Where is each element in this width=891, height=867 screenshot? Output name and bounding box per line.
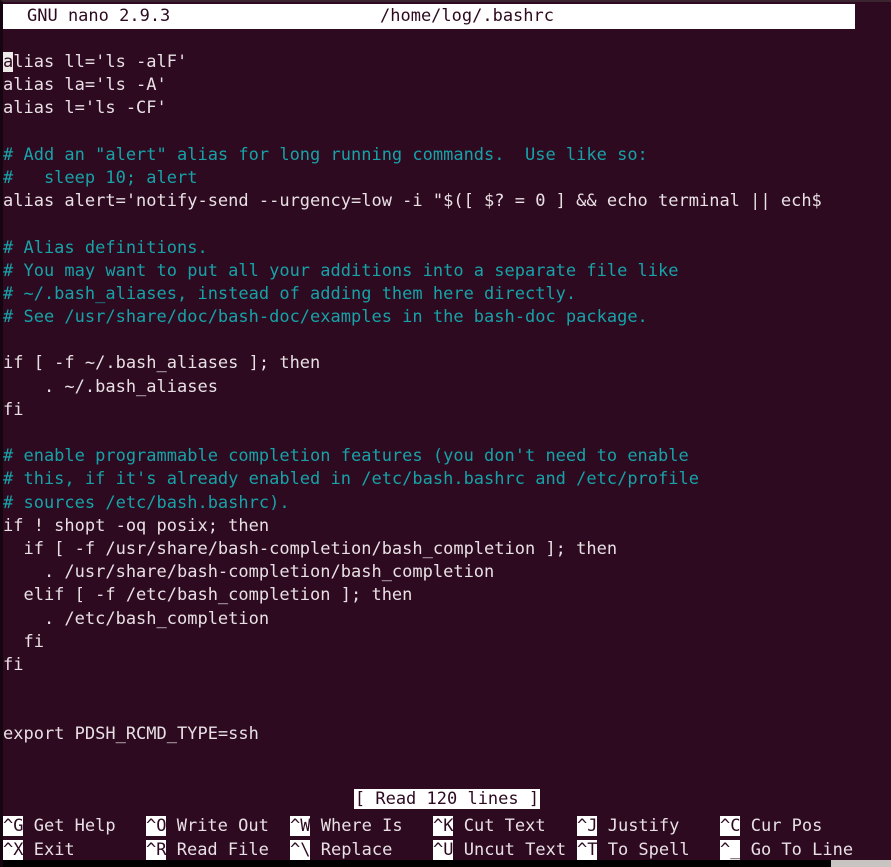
status-badge: [ Read 120 lines ] (353, 789, 541, 809)
code-line[interactable]: # sleep 10; alert (3, 167, 891, 190)
code-line[interactable]: # ~/.bash_aliases, instead of adding the… (3, 283, 891, 306)
shortcut-row-secondary: ^X Exit ^R Read File ^\ Replace ^U Uncut Te… (3, 838, 891, 862)
shortcut-key-badge: ^R (146, 840, 167, 860)
shortcut-label: Cur Pos (740, 816, 823, 836)
shortcut-label: Exit (23, 840, 75, 860)
shortcut-entry[interactable]: ^C Cur Pos (720, 814, 822, 838)
code-line[interactable]: alias l='ls -CF' (3, 97, 891, 120)
shortcut-label: Write Out (166, 816, 269, 836)
text-buffer[interactable]: alias ll='ls -alF' alias la='ls -A' alias … (3, 51, 891, 781)
open-file-path: /home/log/.bashrc (380, 6, 554, 26)
code-line[interactable]: # Add an "alert" alias for long running … (3, 144, 891, 167)
shortcut-entry[interactable]: ^_ Go To Line (720, 838, 853, 862)
shortcut-key-badge: ^C (720, 816, 741, 836)
shortcut-entry[interactable]: ^U Uncut Text (433, 838, 566, 862)
title-bar: GNU nano 2.9.3 /home/log/.bashrc (3, 4, 855, 29)
shortcut-key-badge: ^_ (720, 840, 741, 860)
code-line[interactable]: # See /usr/share/doc/bash-doc/examples i… (3, 306, 891, 329)
shortcut-entry[interactable]: ^T To Spell (577, 838, 690, 862)
code-line[interactable] (3, 700, 891, 723)
code-line[interactable]: export PDSH_RCMD_TYPE=ssh (3, 723, 891, 746)
code-line[interactable]: fi (3, 654, 891, 677)
code-line[interactable]: . /usr/share/bash-completion/bash_comple… (3, 561, 891, 584)
shortcut-key-badge: ^K (433, 816, 454, 836)
shortcut-key-badge: ^U (433, 840, 454, 860)
shortcut-key-badge: ^X (3, 840, 24, 860)
shortcut-entry[interactable]: ^\ Replace (290, 838, 392, 862)
shortcut-entry[interactable]: ^X Exit (3, 838, 75, 862)
shortcut-key-badge: ^\ (290, 840, 311, 860)
nano-editor-window: GNU nano 2.9.3 /home/log/.bashrc alias l… (0, 0, 891, 867)
shortcut-entry[interactable]: ^J Justify (577, 814, 679, 838)
shortcut-key-badge: ^O (146, 816, 167, 836)
shortcut-entry[interactable]: ^W Where Is (290, 814, 403, 838)
code-line[interactable]: if [ -f ~/.bash_aliases ]; then (3, 352, 891, 375)
shortcut-entry[interactable]: ^O Write Out (146, 814, 269, 838)
text-cursor: a (3, 52, 14, 72)
code-line[interactable]: . ~/.bash_aliases (3, 376, 891, 399)
shortcut-label: Where Is (310, 816, 403, 836)
code-line[interactable]: elif [ -f /etc/bash_completion ]; then (3, 584, 891, 607)
code-line[interactable]: alias ll='ls -alF' (3, 51, 891, 74)
code-line[interactable]: # sources /etc/bash.bashrc). (3, 492, 891, 515)
shortcut-label: Read File (166, 840, 269, 860)
code-line[interactable] (3, 121, 891, 144)
shortcut-label: Uncut Text (453, 840, 567, 860)
code-line[interactable] (3, 677, 891, 700)
shortcut-label: Replace (310, 840, 393, 860)
shortcut-entry[interactable]: ^G Get Help (3, 814, 116, 838)
code-line[interactable] (3, 213, 891, 236)
shortcut-label: Get Help (23, 816, 116, 836)
shortcut-help-bar: ^G Get Help ^O Write Out ^W Where Is ^K Cut… (3, 814, 891, 862)
shortcut-key-badge: ^T (577, 840, 598, 860)
code-line[interactable]: . /etc/bash_completion (3, 608, 891, 631)
code-line[interactable]: if [ -f /usr/share/bash-completion/bash_… (3, 538, 891, 561)
status-message-row: [ Read 120 lines ] (3, 788, 891, 811)
code-line[interactable] (3, 329, 891, 352)
code-line[interactable]: # You may want to put all your additions… (3, 260, 891, 283)
window-resize-handle[interactable] (831, 860, 891, 867)
shortcut-key-badge: ^W (290, 816, 311, 836)
shortcut-entry[interactable]: ^R Read File (146, 838, 269, 862)
code-line[interactable]: alias la='ls -A' (3, 74, 891, 97)
code-line[interactable]: # enable programmable completion feature… (3, 445, 891, 468)
code-line[interactable]: fi (3, 631, 891, 654)
shortcut-label: To Spell (597, 840, 690, 860)
code-line[interactable] (3, 422, 891, 445)
shortcut-key-badge: ^G (3, 816, 24, 836)
shortcut-label: Justify (597, 816, 680, 836)
shortcut-entry[interactable]: ^K Cut Text (433, 814, 546, 838)
shortcut-label: Go To Line (740, 840, 854, 860)
app-version-label: GNU nano 2.9.3 (27, 6, 171, 26)
shortcut-key-badge: ^J (577, 816, 598, 836)
shortcut-label: Cut Text (453, 816, 546, 836)
code-line[interactable]: # this, if it's already enabled in /etc/… (3, 468, 891, 491)
shortcut-row-primary: ^G Get Help ^O Write Out ^W Where Is ^K Cut… (3, 814, 891, 838)
code-line[interactable]: alias alert='notify-send --urgency=low -… (3, 190, 891, 213)
code-line[interactable]: fi (3, 399, 891, 422)
code-line[interactable]: # Alias definitions. (3, 237, 891, 260)
terminal-bottom-strip (3, 860, 891, 867)
code-line[interactable]: if ! shopt -oq posix; then (3, 515, 891, 538)
